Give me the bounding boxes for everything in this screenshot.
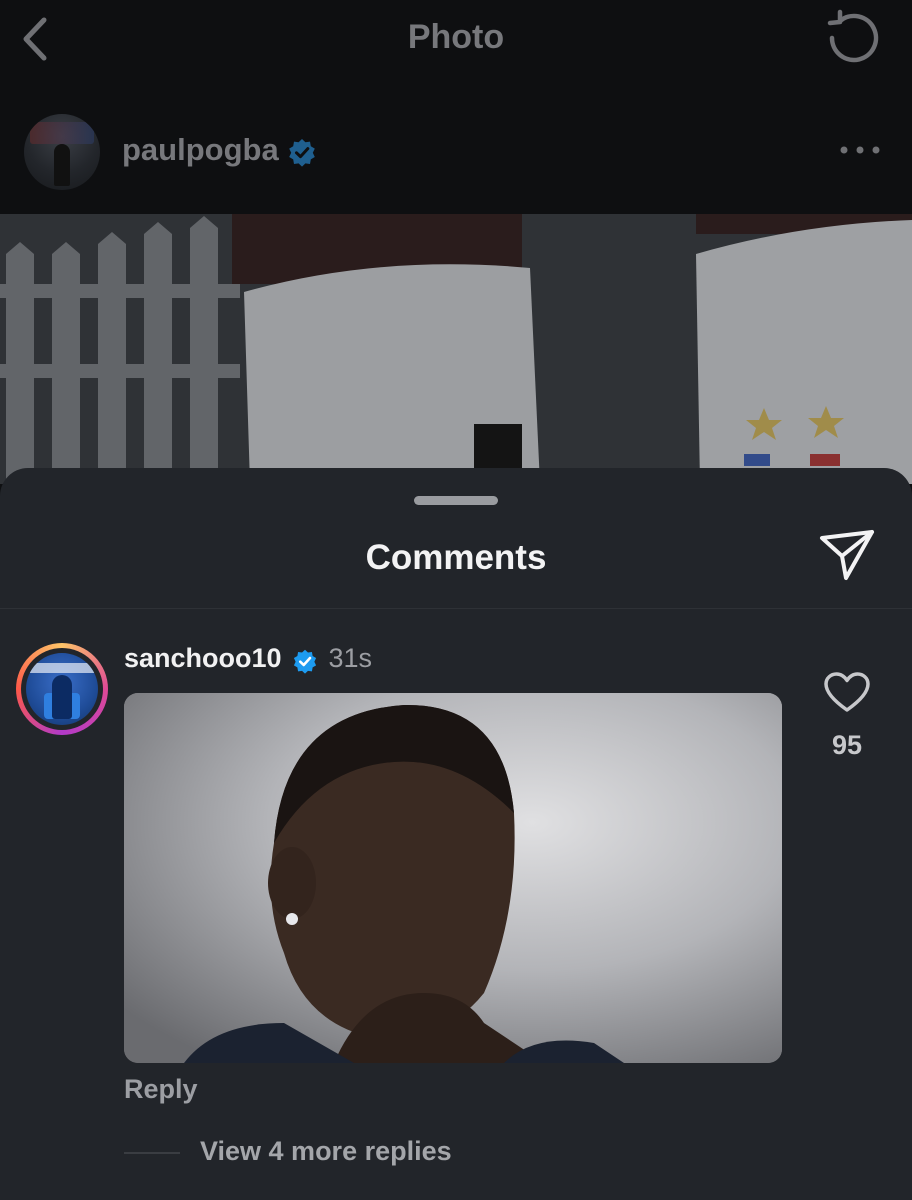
more-horizontal-icon [840,146,880,154]
post-header: paulpogba [0,92,912,214]
avatar-banner [30,122,94,144]
sheet-drag-handle[interactable] [414,496,498,505]
more-options-button[interactable] [838,138,882,162]
avatar-figure [54,144,70,186]
verified-badge-icon [289,138,316,167]
send-icon [820,530,874,580]
refresh-icon [827,9,879,63]
top-navigation-bar: Photo [0,0,912,93]
refresh-button[interactable] [818,8,882,68]
post-photo-image [0,214,912,484]
reply-button[interactable]: Reply [124,1074,198,1105]
post-author-username-text: paulpogba [122,132,279,167]
sheet-divider [0,608,912,609]
heart-icon [824,672,870,712]
commenter-avatar [26,653,98,725]
commenter-avatar-story-ring[interactable] [16,643,108,735]
page-title: Photo [407,18,505,56]
comment-header: sanchooo10 31s [124,643,372,679]
post-photo[interactable] [0,214,912,484]
comments-title: Comments [365,538,547,577]
like-count: 95 [831,730,863,760]
avatar-banner-strip [26,663,98,673]
avatar-ring-gap [21,648,103,730]
replies-divider-line [124,1152,180,1154]
like-button[interactable] [824,672,870,714]
post-author-username[interactable]: paulpogba [122,132,317,168]
post-author-avatar[interactable] [24,114,100,190]
screen: Photo paulpogba Comments sanchooo10 31s … [0,0,912,1200]
comment-timestamp: 31s [328,643,372,673]
commenter-username[interactable]: sanchooo10 [124,643,282,673]
verified-badge-icon [293,649,317,674]
comment-gif[interactable] [124,693,782,1063]
share-button[interactable] [818,528,876,584]
gif-image [124,693,782,1063]
view-more-replies-button[interactable]: View 4 more replies [200,1136,452,1167]
avatar-person [52,675,72,719]
